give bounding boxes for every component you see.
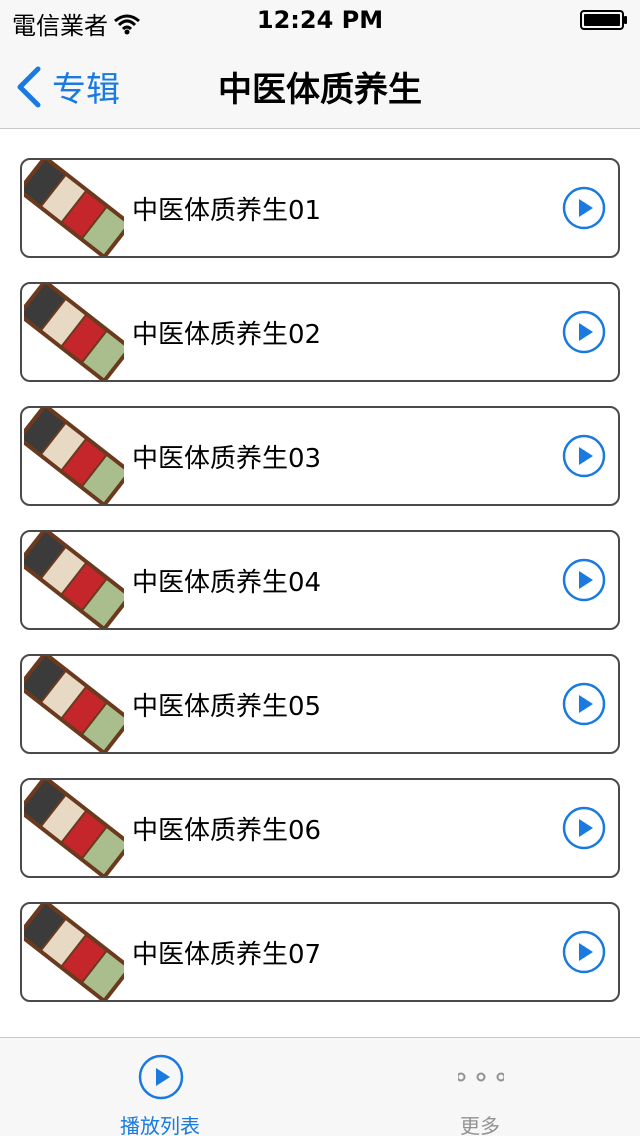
list-item[interactable]: 中医体质养生02: [20, 282, 620, 382]
thumbnail-image: [24, 408, 124, 504]
play-icon[interactable]: [562, 434, 606, 478]
tab-more[interactable]: 更多: [320, 1038, 640, 1136]
status-time: 12:24 PM: [256, 6, 384, 34]
battery-icon: [580, 10, 627, 30]
thumbnail-image: [24, 904, 124, 1000]
tab-playlist-label: 播放列表: [120, 1114, 200, 1136]
list-item[interactable]: 中医体质养生06: [20, 778, 620, 878]
list-item-label: 中医体质养生06: [132, 816, 322, 846]
tab-playlist[interactable]: 播放列表: [0, 1038, 320, 1136]
navigation-bar: 专辑 中医体质养生: [0, 40, 640, 129]
thumbnail-image: [24, 160, 124, 256]
list-item-label: 中医体质养生07: [132, 940, 322, 970]
play-icon[interactable]: [562, 186, 606, 230]
app-screen: 電信業者 12:24 PM 专辑 中医体质养生 中医体质养生01 中医体质养生0…: [0, 0, 640, 1136]
thumbnail-image: [24, 780, 124, 876]
status-bar: 電信業者 12:24 PM: [0, 0, 640, 40]
play-icon[interactable]: [562, 310, 606, 354]
list-item-label: 中医体质养生01: [132, 196, 322, 226]
list-item-label: 中医体质养生04: [132, 568, 322, 598]
list-item[interactable]: 中医体质养生07: [20, 902, 620, 1002]
more-dots-icon: [458, 1072, 504, 1082]
list-item-label: 中医体质养生03: [132, 444, 322, 474]
play-icon[interactable]: [562, 682, 606, 726]
page-title: 中医体质养生: [218, 70, 422, 110]
tab-bar: 播放列表 更多: [0, 1037, 640, 1136]
thumbnail-image: [24, 656, 124, 752]
list-item-label: 中医体质养生05: [132, 692, 322, 722]
tab-more-label: 更多: [460, 1114, 500, 1136]
play-icon[interactable]: [562, 558, 606, 602]
play-icon[interactable]: [562, 930, 606, 974]
list-item[interactable]: 中医体质养生04: [20, 530, 620, 630]
play-icon[interactable]: [562, 806, 606, 850]
thumbnail-image: [24, 532, 124, 628]
list-item[interactable]: 中医体质养生01: [20, 158, 620, 258]
play-circle-icon: [138, 1054, 184, 1100]
episode-list: 中医体质养生01 中医体质养生02 中医体质养生03 中医体质养生04 中医体质…: [20, 158, 620, 1026]
list-item[interactable]: 中医体质养生05: [20, 654, 620, 754]
list-item-label: 中医体质养生02: [132, 320, 322, 350]
thumbnail-image: [24, 284, 124, 380]
list-item[interactable]: 中医体质养生03: [20, 406, 620, 506]
